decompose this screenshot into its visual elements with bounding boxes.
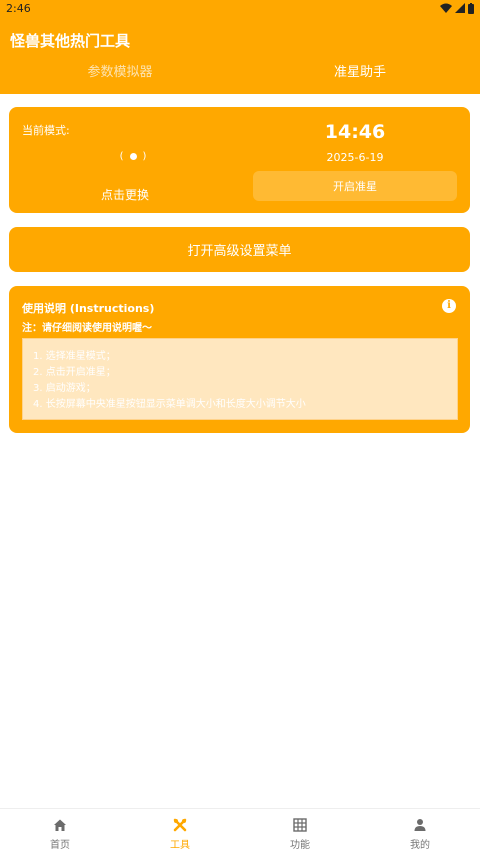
user-icon bbox=[414, 819, 426, 831]
status-icons bbox=[440, 2, 474, 14]
instruction-step: 4. 长按屏幕中央准星按钮显示菜单调大小和长度大小调节大小 bbox=[33, 399, 306, 410]
clock-date: 2025-6-19 bbox=[326, 151, 384, 164]
enable-crosshair-button[interactable]: 开启准星 bbox=[253, 171, 457, 201]
nav-item-features[interactable]: 功能 bbox=[240, 809, 360, 860]
change-mode-link[interactable]: 点击更换 bbox=[101, 186, 149, 203]
nav-item-home[interactable]: 首页 bbox=[0, 809, 120, 860]
tab-parameter-simulator[interactable]: 参数模拟器 bbox=[0, 60, 240, 86]
status-bar: 2:46 bbox=[0, 0, 480, 16]
instructions-list: 1. 选择准星模式； 2. 点击开启准星； 3. 启动游戏； 4. 长按屏幕中央… bbox=[22, 338, 458, 420]
instructions-note: 注：请仔细阅读使用说明喔～ bbox=[22, 323, 152, 334]
home-icon bbox=[54, 819, 66, 831]
instruction-step: 2. 点击开启准星； bbox=[33, 367, 116, 378]
crosshair-mode-preview[interactable]: ( ) bbox=[109, 149, 157, 163]
nav-item-profile[interactable]: 我的 bbox=[360, 809, 480, 860]
app-title: 怪兽其他热门工具 bbox=[10, 32, 131, 50]
current-mode-label: 当前模式: bbox=[22, 124, 70, 137]
bottom-nav: 首页 工具 功能 我的 bbox=[0, 808, 480, 860]
app-header: 怪兽其他热门工具 参数模拟器 准星助手 bbox=[0, 16, 480, 94]
advanced-settings-label: 打开高级设置菜单 bbox=[187, 244, 292, 259]
instructions-title: 使用说明 (Instructions) bbox=[22, 302, 155, 315]
crosshair-dot-icon bbox=[129, 152, 137, 160]
instruction-step: 1. 选择准星模式； bbox=[33, 351, 116, 362]
info-icon[interactable]: i bbox=[442, 299, 456, 313]
advanced-settings-button[interactable]: 打开高级设置菜单 bbox=[9, 227, 470, 272]
clock-time: 14:46 bbox=[324, 121, 386, 143]
tab-bar: 参数模拟器 准星助手 bbox=[0, 60, 480, 86]
preview-bracket-right: ) bbox=[142, 150, 147, 162]
nav-label-home: 首页 bbox=[50, 840, 70, 851]
nav-label-features: 功能 bbox=[290, 840, 310, 851]
instructions-card: 使用说明 (Instructions) 注：请仔细阅读使用说明喔～ i 1. 选… bbox=[9, 286, 470, 433]
grid-icon bbox=[293, 818, 307, 832]
battery-icon bbox=[468, 2, 474, 14]
nav-item-tools[interactable]: 工具 bbox=[120, 809, 240, 860]
status-time: 2:46 bbox=[6, 1, 31, 15]
instruction-step: 3. 启动游戏； bbox=[33, 383, 96, 394]
nav-label-profile: 我的 bbox=[410, 840, 430, 851]
preview-bracket-left: ( bbox=[119, 150, 124, 162]
tab-crosshair-assistant[interactable]: 准星助手 bbox=[240, 60, 480, 86]
mode-card: 当前模式: ( ) 点击更换 14:46 2025-6-19 开启准星 bbox=[9, 107, 470, 213]
nav-label-tools: 工具 bbox=[170, 840, 190, 851]
tools-icon bbox=[173, 818, 187, 832]
wifi-icon bbox=[440, 3, 452, 13]
signal-icon bbox=[455, 3, 465, 13]
